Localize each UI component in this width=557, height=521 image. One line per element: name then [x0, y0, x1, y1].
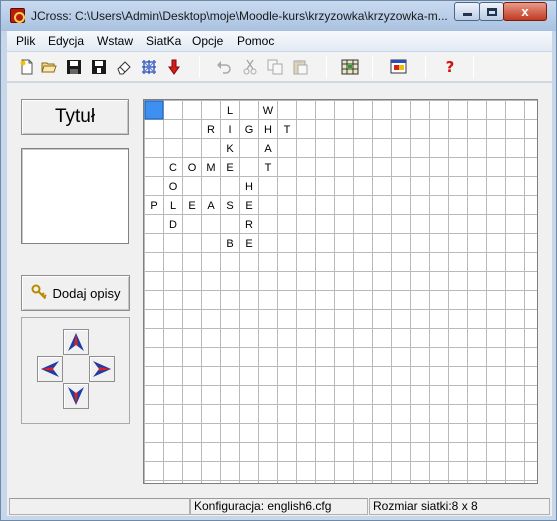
menu-opcje[interactable]: Opcje: [192, 34, 223, 49]
app-icon[interactable]: [10, 8, 25, 23]
cut-icon[interactable]: [240, 57, 260, 77]
grid-cell-letter: T: [265, 162, 272, 174]
grid-cell-letter: R: [245, 219, 253, 231]
add-descriptions-button[interactable]: Dodaj opisy: [21, 275, 130, 311]
status-bar: Konfiguracja: english6.cfg Rozmiar siatk…: [7, 496, 552, 516]
grid-cell-letter: O: [188, 162, 197, 174]
menu-plik[interactable]: Plik: [16, 34, 35, 49]
grid-pattern-icon[interactable]: [139, 57, 159, 77]
grid-cell-letter: L: [170, 200, 176, 212]
grid-cell-letter: S: [226, 200, 233, 212]
new-file-icon[interactable]: [17, 57, 37, 77]
eraser-icon[interactable]: [114, 57, 134, 77]
arrow-left-button[interactable]: [37, 356, 63, 382]
open-folder-icon[interactable]: [39, 57, 59, 77]
arrow-right-icon: [93, 361, 111, 377]
undo-icon[interactable]: [214, 57, 234, 77]
arrow-up-icon: [68, 333, 84, 351]
grid-cell-letter: M: [206, 162, 215, 174]
web-export-icon[interactable]: [389, 57, 409, 77]
toolbar-separator: [372, 56, 373, 78]
selected-cell[interactable]: [144, 100, 164, 120]
help-icon[interactable]: ?: [440, 57, 460, 77]
close-icon: x: [521, 4, 529, 19]
client-area: Tytuł Dodaj opisy LWRIGHTKACOMETOHPLEASE: [7, 83, 552, 496]
title-bar[interactable]: JCross: C:\Users\Admin\Desktop\moje\Mood…: [1, 1, 556, 31]
grid-cell-letter: E: [188, 200, 195, 212]
toolbar-separator: [425, 56, 426, 78]
arrow-up-button[interactable]: [63, 329, 89, 355]
grid-cell-letter: H: [245, 181, 253, 193]
save-icon[interactable]: [64, 57, 84, 77]
menu-edycja[interactable]: Edycja: [48, 34, 84, 49]
grid-cell-letter: A: [264, 143, 272, 155]
grid-cell-letter: R: [207, 124, 215, 136]
grid-cell-letter: E: [245, 238, 252, 250]
red-down-arrow-icon[interactable]: [164, 57, 184, 77]
grid-export-icon[interactable]: [340, 57, 360, 77]
grid-cell-letter: C: [169, 162, 177, 174]
maximize-icon: [486, 7, 497, 16]
menu-siatka[interactable]: SiatKa: [146, 34, 181, 49]
grid-cell-letter: O: [169, 181, 178, 193]
grid-cell-letter: G: [245, 124, 254, 136]
arrow-left-icon: [41, 361, 59, 377]
key-icon: [31, 284, 49, 303]
grid-cell-letter: L: [227, 105, 233, 117]
minimize-button[interactable]: [454, 2, 480, 21]
arrow-down-button[interactable]: [63, 383, 89, 409]
toolbar-separator: [473, 56, 474, 78]
grid-cell-letter: E: [226, 162, 233, 174]
maximize-button[interactable]: [479, 2, 504, 21]
menu-wstaw[interactable]: Wstaw: [97, 34, 133, 49]
title-button[interactable]: Tytuł: [21, 99, 129, 135]
toolbar-separator: [199, 56, 200, 78]
minimize-icon: [462, 13, 472, 16]
arrow-down-icon: [68, 387, 84, 405]
direction-pad: [21, 317, 130, 424]
grid-cell-letter: I: [228, 124, 231, 136]
grid-cell-letter: W: [263, 105, 274, 117]
toolbar-separator: [326, 56, 327, 78]
menu-bar: Plik Edycja Wstaw SiatKa Opcje Pomoc: [7, 31, 552, 51]
toolbar: ?: [7, 52, 552, 82]
grid-cell-letter: D: [169, 219, 177, 231]
grid-cell-letter: P: [150, 200, 157, 212]
app-window: JCross: C:\Users\Admin\Desktop\moje\Mood…: [0, 0, 557, 521]
grid-cell-letter: K: [226, 143, 234, 155]
copy-icon[interactable]: [265, 57, 285, 77]
grid-cell-letter: B: [226, 238, 233, 250]
arrow-right-button[interactable]: [89, 356, 115, 382]
save-as-icon[interactable]: [89, 57, 109, 77]
add-descriptions-label: Dodaj opisy: [52, 285, 121, 301]
status-config: Konfiguracja: english6.cfg: [190, 498, 368, 515]
close-button[interactable]: x: [503, 2, 547, 21]
paste-icon[interactable]: [290, 57, 310, 77]
status-grid-size: Rozmiar siatki:8 x 8: [369, 498, 550, 515]
grid-cell-letter: H: [264, 124, 272, 136]
description-box[interactable]: [21, 148, 129, 244]
status-pane-empty: [9, 498, 190, 515]
crossword-grid-canvas[interactable]: L WR I G H TK AC O M E TO HP L E A S ED RB E: [144, 100, 538, 484]
grid-cell-letter: E: [245, 200, 252, 212]
window-title: JCross: C:\Users\Admin\Desktop\moje\Mood…: [31, 9, 448, 23]
crossword-grid[interactable]: LWRIGHTKACOMETOHPLEASEDRBE: [143, 99, 538, 484]
menu-pomoc[interactable]: Pomoc: [237, 34, 274, 49]
grid-cell-letter: A: [207, 200, 215, 212]
grid-cell-letter: T: [284, 124, 291, 136]
